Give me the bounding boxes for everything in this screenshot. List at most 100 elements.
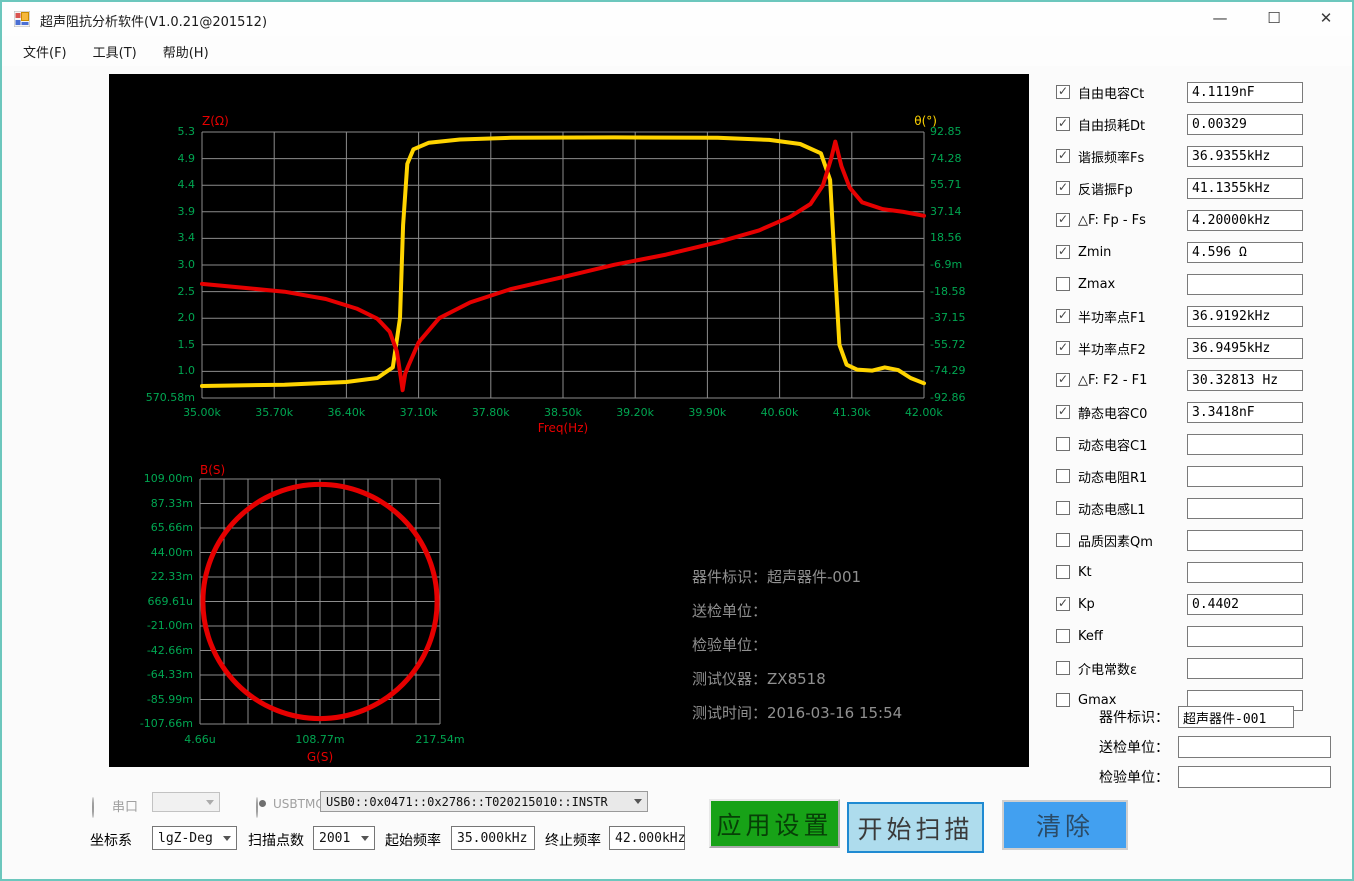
result-checkbox[interactable] xyxy=(1056,84,1070,99)
result-value-field[interactable]: 0.4402 xyxy=(1187,593,1303,615)
serial-port-select[interactable] xyxy=(152,792,220,812)
overlay-label: 测试仪器： xyxy=(692,670,768,688)
axis-tick-label: -74.29 xyxy=(930,364,966,378)
app-icon xyxy=(14,11,30,27)
axis-tick-label: -42.66m xyxy=(146,643,193,657)
axis-tick-label: 3.4 xyxy=(177,231,196,245)
result-checkbox[interactable] xyxy=(1056,308,1070,323)
result-checkbox[interactable] xyxy=(1056,244,1070,259)
result-value-field[interactable] xyxy=(1187,657,1303,679)
result-checkbox[interactable] xyxy=(1056,180,1070,195)
result-checkbox[interactable] xyxy=(1056,469,1070,483)
menu-item[interactable]: 帮助(H) xyxy=(150,37,222,66)
result-label: Zmax xyxy=(1078,276,1116,292)
axis-tick-label: -37.15 xyxy=(930,311,966,325)
result-checkbox[interactable] xyxy=(1056,661,1070,675)
maximize-button[interactable]: ☐ xyxy=(1252,2,1296,34)
result-label: 动态电容C1 xyxy=(1078,438,1148,454)
window-title: 超声阻抗分析软件(V1.0.21@201512) xyxy=(40,15,268,30)
result-value-field[interactable]: 4.20000kHz xyxy=(1187,209,1303,231)
axis-tick-label: 5.3 xyxy=(177,125,196,138)
scan-points-select[interactable]: 2001 xyxy=(313,826,375,850)
clear-button[interactable]: 清除 xyxy=(1002,800,1128,850)
menu-item[interactable]: 工具(T) xyxy=(80,37,150,66)
result-label: △F: F2 - F1 xyxy=(1078,372,1148,388)
result-value-field[interactable] xyxy=(1187,625,1303,647)
axis-tick-label: 2.5 xyxy=(177,284,196,298)
axis-tick-label: -6.9m xyxy=(930,257,963,271)
overlay-label: 检验单位： xyxy=(692,636,768,654)
result-checkbox[interactable] xyxy=(1056,148,1070,163)
result-row: 半功率点F1 36.9192kHz xyxy=(1050,300,1350,332)
result-value-field[interactable] xyxy=(1187,529,1303,551)
identity-label: 器件标识： xyxy=(1099,710,1169,726)
overlay-value: 超声器件-001 xyxy=(767,568,862,586)
stop-freq-input[interactable]: 42.000kHz xyxy=(609,826,685,850)
coord-system-label: 坐标系 xyxy=(90,833,132,849)
result-row: Kp 0.4402 xyxy=(1050,588,1350,620)
result-checkbox[interactable] xyxy=(1056,629,1070,643)
result-label: Kt xyxy=(1078,564,1092,580)
axis-tick-label: 22.33m xyxy=(150,570,193,583)
result-value-field[interactable]: 36.9495kHz xyxy=(1187,337,1303,359)
menu-item[interactable]: 文件(F) xyxy=(10,37,80,66)
result-row: 动态电感L1 xyxy=(1050,492,1350,524)
result-checkbox[interactable] xyxy=(1056,533,1070,547)
result-value-field[interactable] xyxy=(1187,273,1303,295)
result-checkbox[interactable] xyxy=(1056,116,1070,131)
usbtmc-address-select[interactable]: USB0::0x0471::0x2786::T020215010::INSTR xyxy=(320,791,648,812)
result-checkbox[interactable] xyxy=(1056,565,1070,579)
start-scan-button[interactable]: 开始扫描 xyxy=(847,802,984,853)
result-value-field[interactable] xyxy=(1187,465,1303,487)
minimize-button[interactable]: — xyxy=(1198,2,1242,34)
result-value-field[interactable]: 36.9192kHz xyxy=(1187,305,1303,327)
apply-settings-button[interactable]: 应用设置 xyxy=(709,799,840,848)
result-checkbox[interactable] xyxy=(1056,501,1070,515)
impedance-chart xyxy=(200,131,926,399)
identity-row: 器件标识： 超声器件-001 xyxy=(1050,702,1350,732)
axis-tick-label: 4.4 xyxy=(177,178,196,192)
identity-input[interactable] xyxy=(1178,736,1331,758)
result-value-field[interactable]: 3.3418nF xyxy=(1187,401,1303,423)
close-button[interactable]: ✕ xyxy=(1304,2,1348,34)
result-checkbox[interactable] xyxy=(1056,340,1070,355)
axis-tick-label: 55.71 xyxy=(930,178,962,192)
chart-panel: Z(Ω) θ(°) 5.3 4.9 4.4 3.9 3.4 3.0 2.5 2.0 1.5 1.0… xyxy=(109,74,1029,767)
axis-tick-label: 217.54m xyxy=(415,733,465,746)
axis-tick-label: 44.00m xyxy=(150,545,193,559)
axis-tick-label: 38.50k xyxy=(544,406,582,419)
result-checkbox[interactable] xyxy=(1056,404,1070,419)
result-checkbox[interactable] xyxy=(1056,596,1070,611)
result-value-field[interactable]: 0.00329 xyxy=(1187,113,1303,135)
result-value-field[interactable] xyxy=(1187,497,1303,519)
axis-tick-label: -107.66m xyxy=(139,717,193,730)
result-checkbox[interactable] xyxy=(1056,212,1070,227)
usbtmc-radio[interactable] xyxy=(256,797,258,818)
result-value-field[interactable] xyxy=(1187,433,1303,455)
axis-tick-label: 109.00m xyxy=(143,472,193,485)
serial-radio[interactable] xyxy=(92,797,94,818)
result-checkbox[interactable] xyxy=(1056,437,1070,451)
result-checkbox[interactable] xyxy=(1056,277,1070,291)
result-value-field[interactable]: 30.32813 Hz xyxy=(1187,369,1303,391)
result-value-field[interactable]: 4.1119nF xyxy=(1187,81,1303,103)
result-value-field[interactable] xyxy=(1187,561,1303,583)
chevron-down-icon xyxy=(361,835,369,841)
identity-input[interactable]: 超声器件-001 xyxy=(1178,706,1294,728)
impedance-y-axis-left: 5.3 4.9 4.4 3.9 3.4 3.0 2.5 2.0 1.5 1.0 570.58m xyxy=(115,125,195,405)
result-checkbox[interactable] xyxy=(1056,372,1070,387)
result-value-field[interactable]: 41.1355kHz xyxy=(1187,177,1303,199)
result-value-field[interactable]: 4.596 Ω xyxy=(1187,241,1303,263)
result-row: Keff xyxy=(1050,620,1350,652)
start-freq-label: 起始频率 xyxy=(385,833,441,849)
overlay-info-line: 送检单位： xyxy=(692,600,902,620)
result-row: 反谐振Fp 41.1355kHz xyxy=(1050,172,1350,204)
result-label: 自由损耗Dt xyxy=(1078,118,1146,134)
result-value-field[interactable]: 36.9355kHz xyxy=(1187,145,1303,167)
coord-system-select[interactable]: lgZ-Deg xyxy=(152,826,237,850)
result-label: 谐振频率Fs xyxy=(1078,150,1145,166)
identity-input[interactable] xyxy=(1178,766,1331,788)
axis-tick-label: -21.00m xyxy=(146,619,193,632)
start-freq-input[interactable]: 35.000kHz xyxy=(451,826,535,850)
results-panel: 自由电容Ct 4.1119nF 自由损耗Dt 0.00329 谐振频率Fs 36… xyxy=(1050,76,1350,716)
